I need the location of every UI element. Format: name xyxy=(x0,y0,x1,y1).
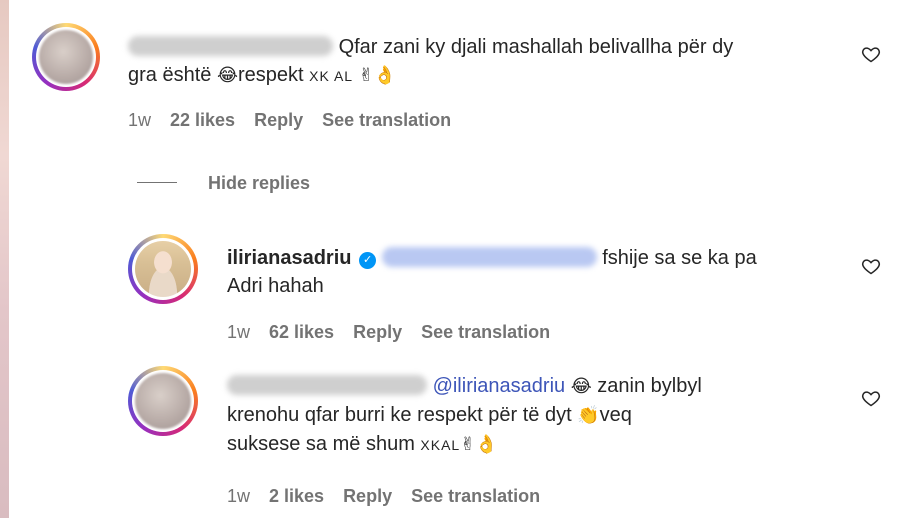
clapping-hands-emoji-icon: 👏 xyxy=(577,405,600,426)
timestamp: 1w xyxy=(227,322,251,342)
see-translation-button[interactable]: See translation xyxy=(411,486,540,506)
laughing-emoji-icon: 😂 xyxy=(216,65,238,86)
comment-text-line: krenohu qfar burri ke respekt për të dyt xyxy=(227,404,578,426)
likes-count[interactable]: 22 likes xyxy=(170,110,235,130)
reply-button[interactable]: Reply xyxy=(254,110,303,130)
victory-hand-emoji-icon: ✌ xyxy=(460,434,476,455)
timestamp: 1w xyxy=(128,110,152,130)
background-image-strip xyxy=(0,0,9,518)
username-link[interactable]: ilirianasadriu xyxy=(227,247,352,269)
username-blurred[interactable] xyxy=(227,375,427,395)
ok-hand-emoji-icon: 👌 xyxy=(475,434,498,455)
reply-button[interactable]: Reply xyxy=(343,486,392,506)
laughing-emoji-icon: 😂 xyxy=(570,376,592,397)
see-translation-button[interactable]: See translation xyxy=(421,322,550,342)
comment-text-line: gra është xyxy=(128,64,217,86)
comment-meta: 1w 22 likes Reply See translation xyxy=(128,110,470,131)
verified-badge-icon: ✓ xyxy=(359,252,377,269)
comment-text: ilirianasadriu ✓ fshije sa se ka pa Adri… xyxy=(227,244,847,300)
avatar[interactable] xyxy=(32,23,100,91)
comment-text-line: Qfar zani ky djali mashallah belivallha … xyxy=(338,36,734,58)
see-translation-button[interactable]: See translation xyxy=(322,110,451,130)
heart-outline-icon[interactable] xyxy=(861,388,881,408)
comment-text-line: veq xyxy=(599,404,632,426)
comment-text-line: suksese sa më shum xyxy=(227,433,421,455)
mention-blurred[interactable] xyxy=(381,247,597,267)
divider-line xyxy=(137,182,177,183)
comment-text: @ilirianasadriu 😂 zanin bylbyl krenohu q… xyxy=(227,372,847,459)
likes-count[interactable]: 2 likes xyxy=(269,486,324,506)
comment-text-line: respekt xyxy=(238,64,310,86)
mention-link[interactable]: @ilirianasadriu xyxy=(433,375,566,397)
heart-outline-icon[interactable] xyxy=(861,44,881,64)
comment-text-line: fshije sa se ka pa xyxy=(602,247,757,269)
victory-hand-emoji-icon: ✌ xyxy=(358,65,374,86)
hide-replies-button[interactable]: Hide replies xyxy=(137,173,310,194)
timestamp: 1w xyxy=(227,486,251,506)
reply-button[interactable]: Reply xyxy=(353,322,402,342)
avatar[interactable] xyxy=(128,366,198,436)
comment-meta: 1w 2 likes Reply See translation xyxy=(227,486,559,507)
heart-outline-icon[interactable] xyxy=(861,256,881,276)
comment-meta: 1w 62 likes Reply See translation xyxy=(227,322,569,343)
likes-count[interactable]: 62 likes xyxy=(269,322,334,342)
avatar[interactable] xyxy=(128,234,198,304)
comment-text: Qfar zani ky djali mashallah belivallha … xyxy=(128,33,848,90)
country-codes: XK AL xyxy=(309,68,354,84)
hide-replies-label: Hide replies xyxy=(208,173,311,193)
ok-hand-emoji-icon: 👌 xyxy=(373,65,397,86)
comment-text-line: Adri hahah xyxy=(227,275,324,297)
country-codes: XKAL xyxy=(420,437,461,453)
username-blurred[interactable] xyxy=(128,36,333,56)
comment-text-line: zanin bylbyl xyxy=(591,375,702,397)
